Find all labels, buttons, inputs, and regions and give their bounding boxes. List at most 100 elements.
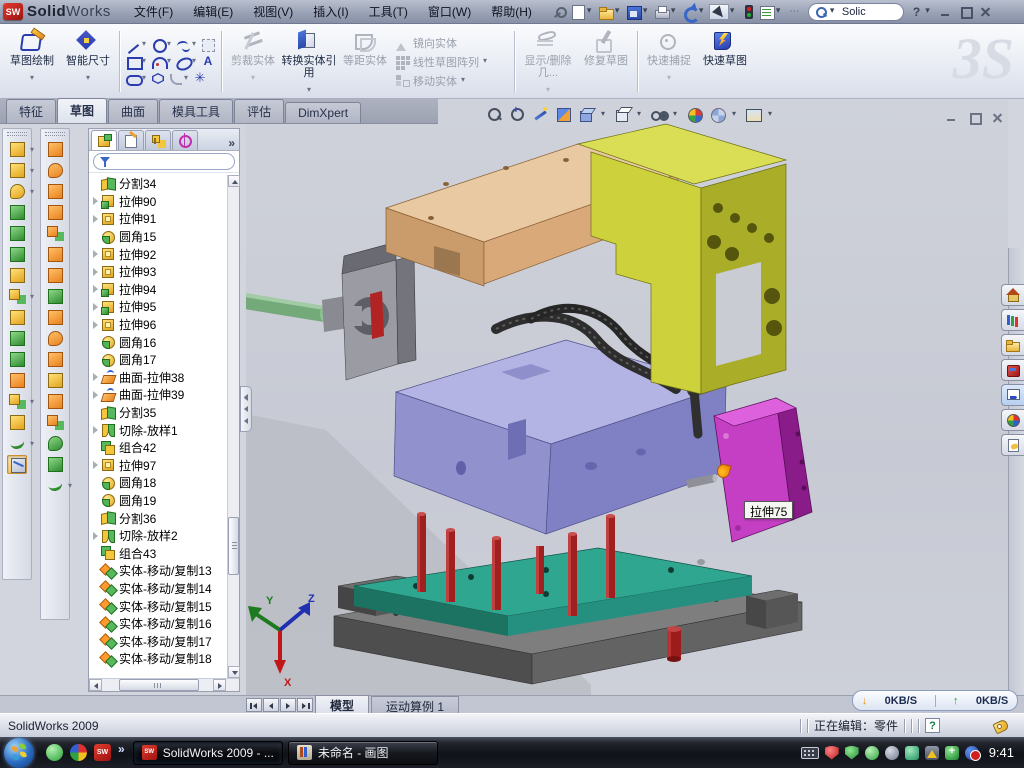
toolbox-tab[interactable] (1001, 359, 1024, 381)
tree-item[interactable]: 分割35 (91, 404, 239, 422)
tree-item[interactable]: 分割36 (91, 509, 239, 527)
taskbar-button-solidworks[interactable]: SW SolidWorks 2009 - ... (133, 741, 283, 765)
freeform-icon[interactable] (45, 455, 65, 474)
tree-item[interactable]: 切除-放样1 (91, 421, 239, 439)
tree-item[interactable]: 圆角18 (91, 474, 239, 492)
model-tab[interactable]: 模型 (315, 695, 369, 713)
tree-item[interactable]: 拉伸91 (91, 210, 239, 228)
zoom-to-fit-icon[interactable] (486, 106, 504, 123)
draft-icon[interactable] (7, 245, 27, 264)
expand-arrow-icon[interactable] (91, 372, 101, 382)
panel-overflow-chevron[interactable]: » (228, 136, 239, 150)
new-file-dropdown[interactable] (587, 4, 596, 20)
print-icon[interactable] (653, 4, 670, 20)
trim-surface-icon[interactable] (45, 329, 65, 348)
spline-tool-icon[interactable] (175, 37, 191, 52)
tree-item[interactable]: 拉伸96 (91, 316, 239, 334)
filled-surface-icon[interactable] (45, 224, 65, 243)
expand-arrow-icon[interactable] (91, 460, 101, 470)
tray-update-icon[interactable] (965, 746, 979, 760)
taskbar-clock[interactable]: 9:41 (989, 745, 1014, 760)
rectangle-dropdown[interactable] (142, 54, 149, 69)
menu-insert[interactable]: 插入(I) (304, 1, 357, 22)
next-tab-button[interactable] (280, 698, 296, 712)
expand-arrow-icon[interactable] (91, 320, 101, 330)
last-tab-button[interactable] (297, 698, 313, 712)
toolbar-overflow[interactable]: ⋯ (786, 4, 803, 20)
select-tool-icon[interactable] (709, 4, 729, 20)
rapid-sketch-button[interactable]: 快速草图 (697, 27, 753, 96)
apply-scene-icon[interactable] (709, 106, 727, 123)
ellipse-tool-icon[interactable] (175, 54, 191, 69)
right-block-part[interactable] (746, 590, 798, 629)
tab-dimxpert[interactable]: DimXpert (285, 102, 361, 123)
tree-item[interactable]: 圆角16 (91, 333, 239, 351)
first-tab-button[interactable] (246, 698, 262, 712)
select-dropdown[interactable] (730, 4, 739, 20)
slot-tool-icon[interactable] (125, 71, 141, 86)
expand-arrow-icon[interactable] (91, 531, 101, 541)
tray-health-icon[interactable] (945, 746, 959, 760)
appearances-tab[interactable] (1001, 409, 1024, 431)
lofted-surface-icon[interactable] (45, 182, 65, 201)
expand-arrow-icon[interactable] (91, 302, 101, 312)
taskbar-button-paint[interactable]: 未命名 - 画图 (288, 741, 438, 765)
tray-security-key-icon[interactable] (865, 746, 879, 760)
sketch-fillet-dropdown[interactable] (184, 71, 191, 86)
edit-appearance-icon[interactable] (686, 106, 704, 123)
new-file-icon[interactable] (569, 4, 586, 20)
display-delete-relations-button[interactable]: 显示/删除几... (518, 27, 578, 96)
menu-tools[interactable]: 工具(T) (360, 1, 417, 22)
move-copy-body-icon[interactable] (7, 371, 27, 390)
convert-entities-button[interactable]: 转换实体引用 (281, 27, 337, 96)
circle-tool-icon[interactable] (150, 37, 166, 52)
extend-surface-icon[interactable] (45, 266, 65, 285)
menu-file[interactable]: 文件(F) (125, 1, 182, 22)
tab-sketch[interactable]: 草图 (57, 98, 107, 123)
tree-item[interactable]: 组合42 (91, 439, 239, 457)
help-button[interactable]: ? (909, 5, 924, 19)
tray-antivirus-icon[interactable] (825, 746, 839, 760)
expand-arrow-icon[interactable] (91, 267, 101, 277)
tree-item[interactable]: 拉伸94 (91, 281, 239, 299)
untrim-surface-icon[interactable] (45, 350, 65, 369)
3d-model-canvas[interactable]: Y Z X (246, 100, 1008, 695)
replace-face-icon[interactable] (45, 392, 65, 411)
tree-item[interactable]: 实体-移动/复制15 (91, 597, 239, 615)
graphics-viewport[interactable]: Y Z X 拉伸75 (246, 100, 1008, 695)
tree-item[interactable]: 实体-移动/复制18 (91, 650, 239, 668)
panel-collapse-handle[interactable] (240, 386, 252, 432)
rectangle-tool-icon[interactable] (125, 54, 141, 69)
section-view-icon[interactable] (555, 106, 573, 123)
offset-surface-icon[interactable] (45, 413, 65, 432)
tray-volume-icon[interactable] (885, 746, 899, 760)
smart-dimension-button[interactable]: 智能尺寸 (60, 27, 116, 96)
boundary-surface-icon[interactable] (45, 203, 65, 222)
doc-close-button[interactable] (989, 110, 1006, 124)
scroll-down-button[interactable] (228, 666, 240, 678)
tree-item[interactable]: 拉伸92 (91, 245, 239, 263)
options-icon[interactable] (758, 4, 775, 20)
move-entities-button[interactable]: 移动实体 (395, 73, 511, 89)
pin-menu-icon[interactable] (551, 4, 568, 20)
tree-item[interactable]: 拉伸90 (91, 193, 239, 211)
sketch-fillet-icon[interactable] (167, 71, 183, 86)
tray-network-icon[interactable] (905, 746, 919, 760)
scrollbar-thumb[interactable] (119, 679, 199, 691)
knit-surface-icon[interactable] (45, 287, 65, 306)
solidworks-resources-tab[interactable] (1001, 284, 1024, 306)
rib-icon[interactable] (7, 308, 27, 327)
tree-item[interactable]: 实体-移动/复制17 (91, 632, 239, 650)
tree-filter-input[interactable] (93, 153, 235, 170)
zoom-to-area-icon[interactable] (509, 106, 527, 123)
sketch-text-icon[interactable]: A (200, 54, 216, 69)
ruled-surface-icon[interactable] (45, 434, 65, 453)
linear-sketch-pattern-button[interactable]: 线性草图阵列 (395, 54, 511, 70)
tree-item[interactable]: 拉伸93 (91, 263, 239, 281)
custom-properties-tab[interactable] (1001, 434, 1024, 456)
guide-rod-part[interactable] (246, 292, 348, 332)
scrollbar-thumb[interactable] (228, 517, 239, 575)
toolbar-grip[interactable] (7, 132, 27, 136)
restore-button[interactable] (957, 4, 974, 19)
magnified-selection-icon[interactable] (532, 106, 550, 123)
